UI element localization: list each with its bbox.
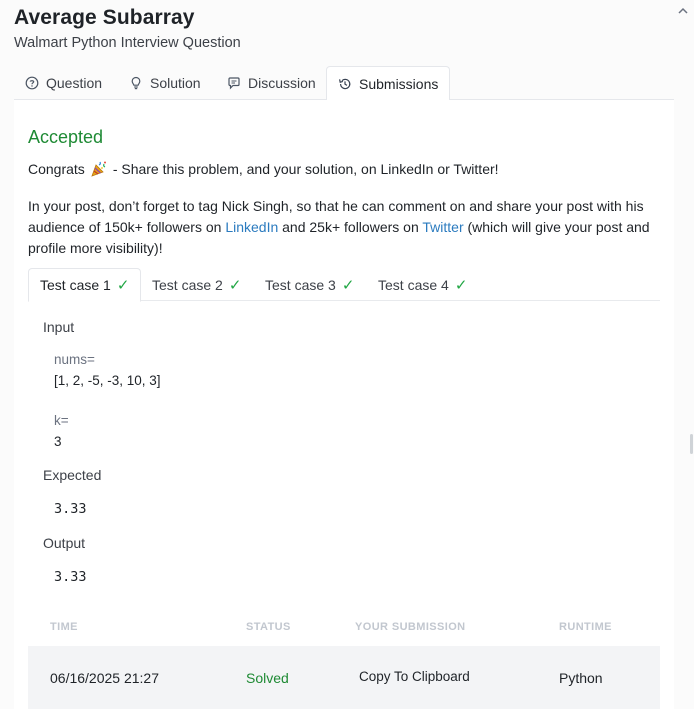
copy-to-clipboard-button[interactable]: Copy To Clipboard: [359, 669, 470, 684]
test-case-label: Test case 3: [265, 276, 336, 293]
table-row[interactable]: 06/16/2025 21:27 Solved Copy To Clipboar…: [28, 646, 660, 709]
congrats-prefix: Congrats: [28, 161, 85, 177]
check-icon: ✓: [454, 276, 468, 294]
test-case-label: Test case 2: [152, 276, 223, 293]
tab-solution-label: Solution: [150, 75, 201, 91]
submissions-content: Accepted Congrats - Share this problem, …: [14, 100, 674, 709]
cell-time: 06/16/2025 21:27: [50, 670, 159, 686]
question-circle-icon: [25, 76, 39, 90]
column-header-status: STATUS: [246, 621, 291, 633]
tab-solution[interactable]: Solution: [118, 66, 212, 100]
var-k-value: 3: [54, 434, 62, 449]
tab-test-case-4[interactable]: Test case 4 ✓: [367, 268, 478, 301]
test-case-tab-bar: Test case 1 ✓ Test case 2 ✓ Test case 3 …: [28, 268, 660, 302]
test-case-label: Test case 4: [378, 276, 449, 293]
var-nums-name: nums=: [54, 352, 95, 367]
page-title: Average Subarray: [14, 6, 195, 29]
page-subtitle: Walmart Python Interview Question: [14, 35, 241, 51]
var-k-name: k=: [54, 413, 69, 428]
tab-discussion[interactable]: Discussion: [216, 66, 327, 100]
main-tab-bar: Question Solution Discussion Submissions: [14, 66, 674, 101]
check-icon: ✓: [341, 276, 355, 294]
collapse-chevron-icon[interactable]: [676, 5, 690, 17]
share-text-2: and 25k+ followers on: [278, 219, 423, 235]
result-status: Accepted: [28, 127, 104, 147]
tab-submissions-label: Submissions: [359, 75, 439, 92]
expected-value: 3.33: [54, 501, 87, 517]
check-icon: ✓: [228, 276, 242, 294]
chat-bubble-icon: [228, 77, 240, 90]
history-icon: [339, 78, 351, 89]
tab-submissions[interactable]: Submissions: [326, 66, 451, 101]
cell-runtime: Python: [559, 670, 603, 686]
input-label: Input: [43, 319, 75, 335]
output-label: Output: [43, 535, 86, 551]
column-header-time: TIME: [50, 621, 78, 633]
tab-test-case-2[interactable]: Test case 2 ✓: [141, 268, 252, 301]
share-paragraph: In your post, don’t forget to tag Nick S…: [28, 196, 658, 259]
test-case-label: Test case 1: [40, 277, 111, 293]
twitter-link[interactable]: Twitter: [422, 219, 463, 235]
lightbulb-icon: [131, 76, 141, 90]
congrats-suffix: - Share this problem, and your solution,…: [112, 161, 499, 177]
panel-resize-handle[interactable]: [690, 434, 693, 454]
linkedin-link[interactable]: LinkedIn: [225, 219, 278, 235]
party-popper-icon: [91, 161, 106, 177]
tab-test-case-3[interactable]: Test case 3 ✓: [254, 268, 365, 301]
tab-test-case-1[interactable]: Test case 1 ✓: [28, 268, 142, 302]
column-header-submission: YOUR SUBMISSION: [355, 621, 466, 633]
tab-discussion-label: Discussion: [248, 75, 316, 91]
tab-question[interactable]: Question: [14, 66, 113, 100]
congrats-line: Congrats - Share this problem, and your …: [28, 160, 499, 178]
tab-question-label: Question: [46, 75, 103, 91]
table-header: TIME STATUS YOUR SUBMISSION RUNTIME: [28, 610, 660, 646]
problem-panel: Average Subarray Walmart Python Intervie…: [0, 0, 694, 709]
expected-label: Expected: [43, 467, 102, 483]
cell-status: Solved: [246, 670, 289, 686]
var-nums-value: [1, 2, -5, -3, 10, 3]: [54, 373, 161, 388]
output-value: 3.33: [54, 569, 87, 585]
column-header-runtime: RUNTIME: [559, 621, 612, 633]
check-icon: ✓: [116, 277, 130, 294]
